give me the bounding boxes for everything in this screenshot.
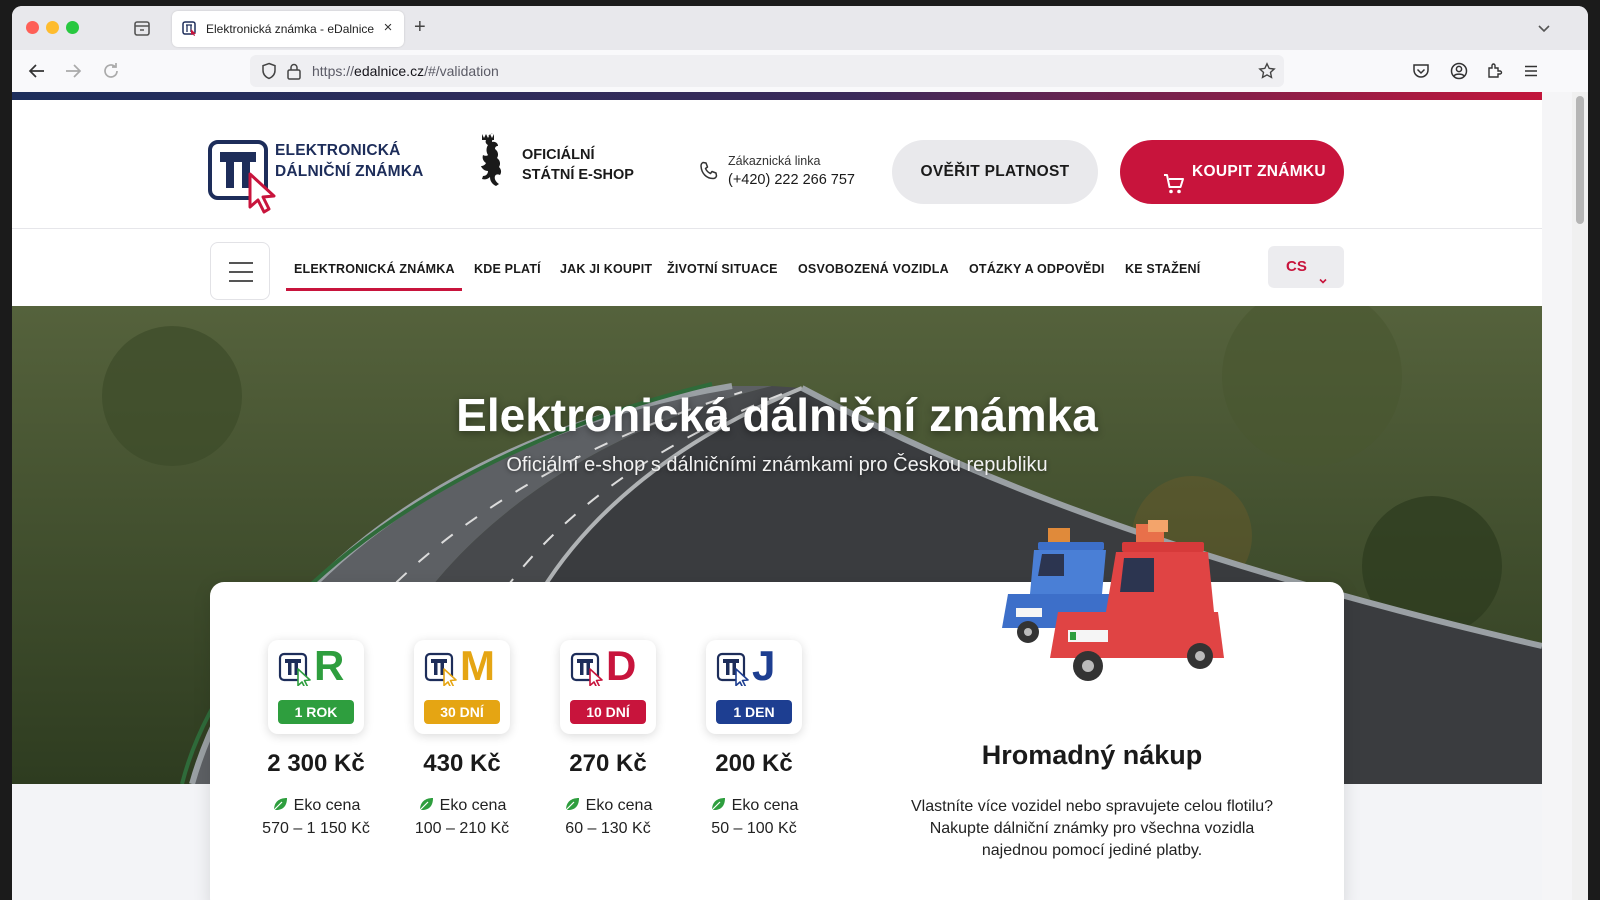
customer-line[interactable]: Zákaznická linka (+420) 222 266 757: [698, 152, 888, 192]
contact-phone-number[interactable]: (+420) 222 266 757: [728, 172, 855, 188]
leaf-icon: [418, 796, 434, 812]
eco-price-label: Eko cena: [676, 796, 832, 815]
browser-toolbar: https://edalnice.cz/#/validation: [12, 50, 1588, 92]
contact-label: Zákaznická linka: [728, 154, 821, 168]
leaf-icon: [272, 796, 288, 812]
top-accent-bar: [12, 92, 1542, 100]
language-selector[interactable]: CS: [1268, 246, 1344, 288]
nav-item-electronic-vignette[interactable]: ELEKTRONICKÁ ZNÁMKA: [294, 262, 455, 276]
phone-icon: [698, 160, 720, 182]
eco-price-label: Eko cena: [384, 796, 540, 815]
nav-item-faq[interactable]: OTÁZKY A ODPOVĚDI: [969, 262, 1105, 276]
browser-window: Elektronická známka - eDalnice × + https…: [12, 6, 1588, 900]
pocket-icon[interactable]: [1412, 62, 1430, 80]
vignette-mini-logo-icon: [716, 650, 752, 689]
browser-tab-active[interactable]: Elektronická známka - eDalnice ×: [172, 11, 404, 47]
vignette-badge-30-days: M 30 DNÍ: [414, 640, 510, 734]
eco-price-range: 570 – 1 150 Kč: [262, 820, 370, 837]
vignette-badge-annual: R 1 ROK: [268, 640, 364, 734]
tracking-protection-shield-icon[interactable]: [260, 62, 278, 80]
czech-lion-emblem-icon: [468, 132, 508, 190]
bulk-purchase-description: Vlastníte více vozidel nebo spravujete c…: [911, 798, 1273, 859]
tab-list-icon[interactable]: [132, 18, 152, 38]
vignette-mini-logo-icon: [570, 650, 606, 689]
app-menu-icon[interactable]: [1522, 62, 1540, 80]
hero-subtitle: Oficiální e-shop s dálničními známkami p…: [506, 454, 1048, 476]
shopping-cart-icon: [1162, 160, 1186, 194]
eco-price-label: Eko cena: [238, 796, 394, 815]
vignette-letter: D: [606, 642, 637, 689]
new-tab-button[interactable]: +: [414, 17, 426, 37]
vignette-letter: M: [460, 642, 495, 689]
vignette-period-badge: 1 ROK: [278, 700, 354, 724]
hamburger-line: [229, 280, 253, 282]
vignette-period-badge: 10 DNÍ: [570, 700, 646, 724]
language-code: CS: [1286, 258, 1307, 275]
vignette-badge-10-days: D 10 DNÍ: [560, 640, 656, 734]
bulk-purchase-cars-illustration: [988, 520, 1248, 710]
close-window-button[interactable]: [26, 21, 39, 34]
url-text[interactable]: https://edalnice.cz/#/validation: [312, 63, 499, 79]
hamburger-line: [229, 262, 253, 264]
verify-validity-button[interactable]: OVĚŘIT PLATNOST: [892, 140, 1098, 204]
vignette-price: 430 Kč: [423, 750, 501, 777]
reload-icon[interactable]: [100, 60, 122, 82]
vignette-period-badge: 1 DEN: [716, 700, 792, 724]
header-divider: [12, 228, 1542, 229]
official-state-eshop-badge: OFICIÁLNÍ STÁTNÍ E-SHOP: [468, 132, 648, 192]
chevron-down-icon[interactable]: [1534, 18, 1554, 38]
maximize-window-button[interactable]: [66, 21, 79, 34]
vignette-price: 200 Kč: [715, 750, 793, 777]
vignette-letter: R: [314, 642, 345, 689]
minimize-window-button[interactable]: [46, 21, 59, 34]
eco-price-range: 60 – 130 Kč: [565, 820, 651, 837]
eco-price-range: 100 – 210 Kč: [414, 820, 510, 837]
back-arrow-icon[interactable]: [26, 60, 48, 82]
nav-item-life-situations[interactable]: ŽIVOTNÍ SITUACE: [667, 262, 778, 276]
forward-arrow-icon[interactable]: [62, 60, 84, 82]
vignette-mini-logo-icon: [278, 650, 314, 689]
vignette-price: 2 300 Kč: [267, 750, 365, 777]
hamburger-menu-button[interactable]: [210, 242, 270, 300]
site-favicon-icon: [182, 21, 198, 37]
vignette-mini-logo-icon: [424, 650, 460, 689]
vignette-badge-1-day: J 1 DEN: [706, 640, 802, 734]
page-scrollbar[interactable]: [1572, 92, 1588, 900]
chevron-down-icon: [1318, 261, 1328, 284]
account-icon[interactable]: [1450, 62, 1468, 80]
logo-text: ELEKTRONICKÁ DÁLNIČNÍ ZNÁMKA: [275, 142, 424, 180]
bookmark-star-icon[interactable]: [1258, 62, 1276, 80]
active-nav-underline: [286, 288, 462, 291]
web-page: ELEKTRONICKÁ DÁLNIČNÍ ZNÁMKA OFICIÁLNÍ S…: [12, 92, 1542, 900]
bulk-purchase-title[interactable]: Hromadný nákup: [876, 740, 1308, 771]
buy-vignette-label: KOUPIT ZNÁMKU: [1192, 163, 1326, 180]
nav-item-downloads[interactable]: KE STAŽENÍ: [1125, 262, 1200, 276]
tab-title: Elektronická známka - eDalnice: [206, 22, 375, 36]
hero-title: Elektronická dálniční známka: [456, 389, 1098, 441]
tab-close-icon[interactable]: ×: [380, 19, 396, 37]
leaf-icon: [710, 796, 726, 812]
vignette-period-badge: 30 DNÍ: [424, 700, 500, 724]
nav-item-how-to-buy[interactable]: JAK JI KOUPIT: [560, 262, 652, 276]
vignette-letter: J: [752, 642, 776, 689]
vignette-price: 270 Kč: [569, 750, 647, 777]
gov-text: OFICIÁLNÍ STÁTNÍ E-SHOP: [522, 147, 634, 183]
vignette-offer-panel: R 1 ROK 2 300 Kč Eko cena 570 – 1 150 Kč…: [210, 520, 1344, 900]
scrollbar-thumb[interactable]: [1576, 96, 1584, 224]
vignette-logo-icon: [208, 132, 280, 216]
tab-strip: Elektronická známka - eDalnice × +: [12, 6, 1588, 50]
lock-icon[interactable]: [286, 62, 302, 80]
eco-price-range: 50 – 100 Kč: [711, 820, 797, 837]
nav-item-exempt-vehicles[interactable]: OSVOBOZENÁ VOZIDLA: [798, 262, 949, 276]
eco-price-label: Eko cena: [530, 796, 686, 815]
leaf-icon: [564, 796, 580, 812]
edalnice-logo[interactable]: ELEKTRONICKÁ DÁLNIČNÍ ZNÁMKA: [208, 132, 438, 216]
hamburger-line: [229, 271, 253, 273]
buy-vignette-button[interactable]: KOUPIT ZNÁMKU: [1120, 140, 1344, 204]
nav-item-where-valid[interactable]: KDE PLATÍ: [474, 262, 541, 276]
extensions-icon[interactable]: [1486, 62, 1504, 80]
address-bar[interactable]: https://edalnice.cz/#/validation: [250, 55, 1284, 87]
